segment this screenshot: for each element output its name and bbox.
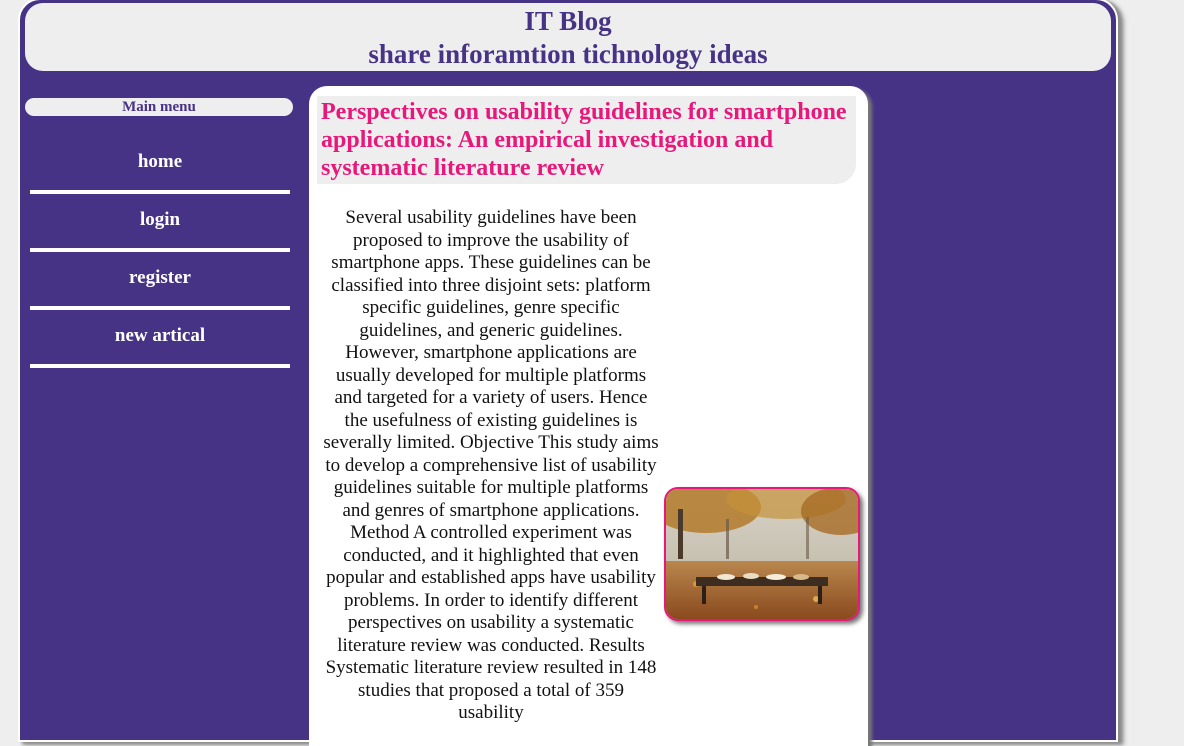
menu-item-new-artical[interactable]: new artical [30, 310, 290, 368]
article-body: Several usability guidelines have been p… [323, 207, 659, 723]
site-title: IT Blog [524, 6, 612, 36]
article-panel: Perspectives on usability guidelines for… [309, 86, 868, 746]
menu-item-register[interactable]: register [30, 252, 290, 310]
sidebar: Main menu home login register new artica… [25, 98, 295, 368]
main-menu: home login register new artical [25, 136, 295, 368]
main-menu-title: Main menu [25, 98, 293, 116]
site-subtitle: share inforamtion tichnology ideas [368, 39, 768, 69]
page-frame: IT Blog share inforamtion tichnology ide… [18, 0, 1118, 746]
autumn-forest-picnic-table-photo [666, 489, 858, 619]
article-title: Perspectives on usability guidelines for… [317, 96, 856, 184]
menu-item-login[interactable]: login [30, 194, 290, 252]
article-photo [664, 487, 860, 621]
site-header: IT Blog share inforamtion tichnology ide… [25, 3, 1111, 71]
menu-item-home[interactable]: home [30, 136, 290, 194]
